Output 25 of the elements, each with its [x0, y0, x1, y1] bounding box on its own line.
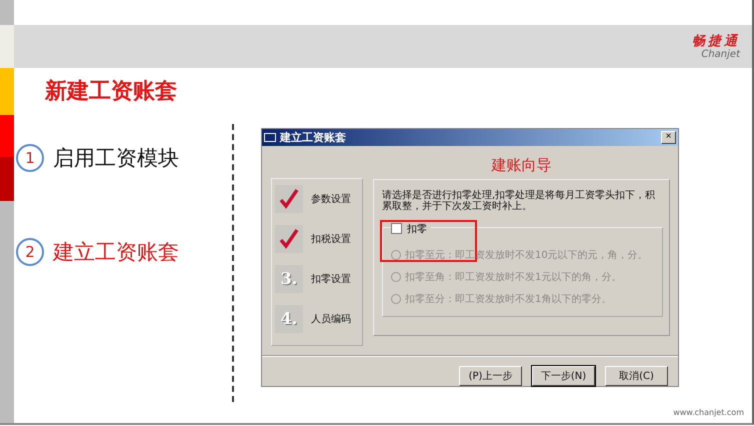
step-number: 1: [16, 144, 44, 172]
website-url: www.chanjet.com: [673, 408, 744, 417]
step-label: 扣税设置: [311, 232, 351, 246]
step-label: 启用工资模块: [53, 145, 179, 172]
check-icon: [275, 224, 303, 253]
rounding-checkbox[interactable]: 扣零: [391, 222, 431, 236]
wizard-button[interactable]: (P)上一步: [459, 366, 522, 386]
step-label: 建立工资账套: [53, 239, 179, 266]
window-title: 建立工资账套: [280, 130, 347, 145]
description-text: 请选择是否进行扣零处理,扣零处理是将每月工资零头扣下，积累取整，并于下次发工资时补上。: [382, 190, 656, 212]
step-label: 人员编码: [311, 312, 351, 326]
step-label: 扣零设置: [311, 272, 351, 286]
check-icon: [275, 184, 303, 213]
logo-name: 畅捷通: [692, 34, 740, 48]
step-number: 3.: [275, 264, 303, 293]
wizard-button[interactable]: 下一步(N): [532, 366, 595, 386]
step-label: 参数设置: [311, 192, 351, 206]
step-number: 2: [16, 238, 44, 266]
logo-latin: Chanjet: [701, 48, 740, 60]
window-icon: [264, 132, 276, 142]
wizard-button[interactable]: 取消(C): [605, 366, 668, 386]
slide-title: 新建工资账套: [44, 78, 178, 106]
wizard-heading: 建账向导: [490, 154, 552, 176]
step-number: 4.: [275, 304, 303, 333]
close-button[interactable]: ×: [661, 130, 676, 144]
